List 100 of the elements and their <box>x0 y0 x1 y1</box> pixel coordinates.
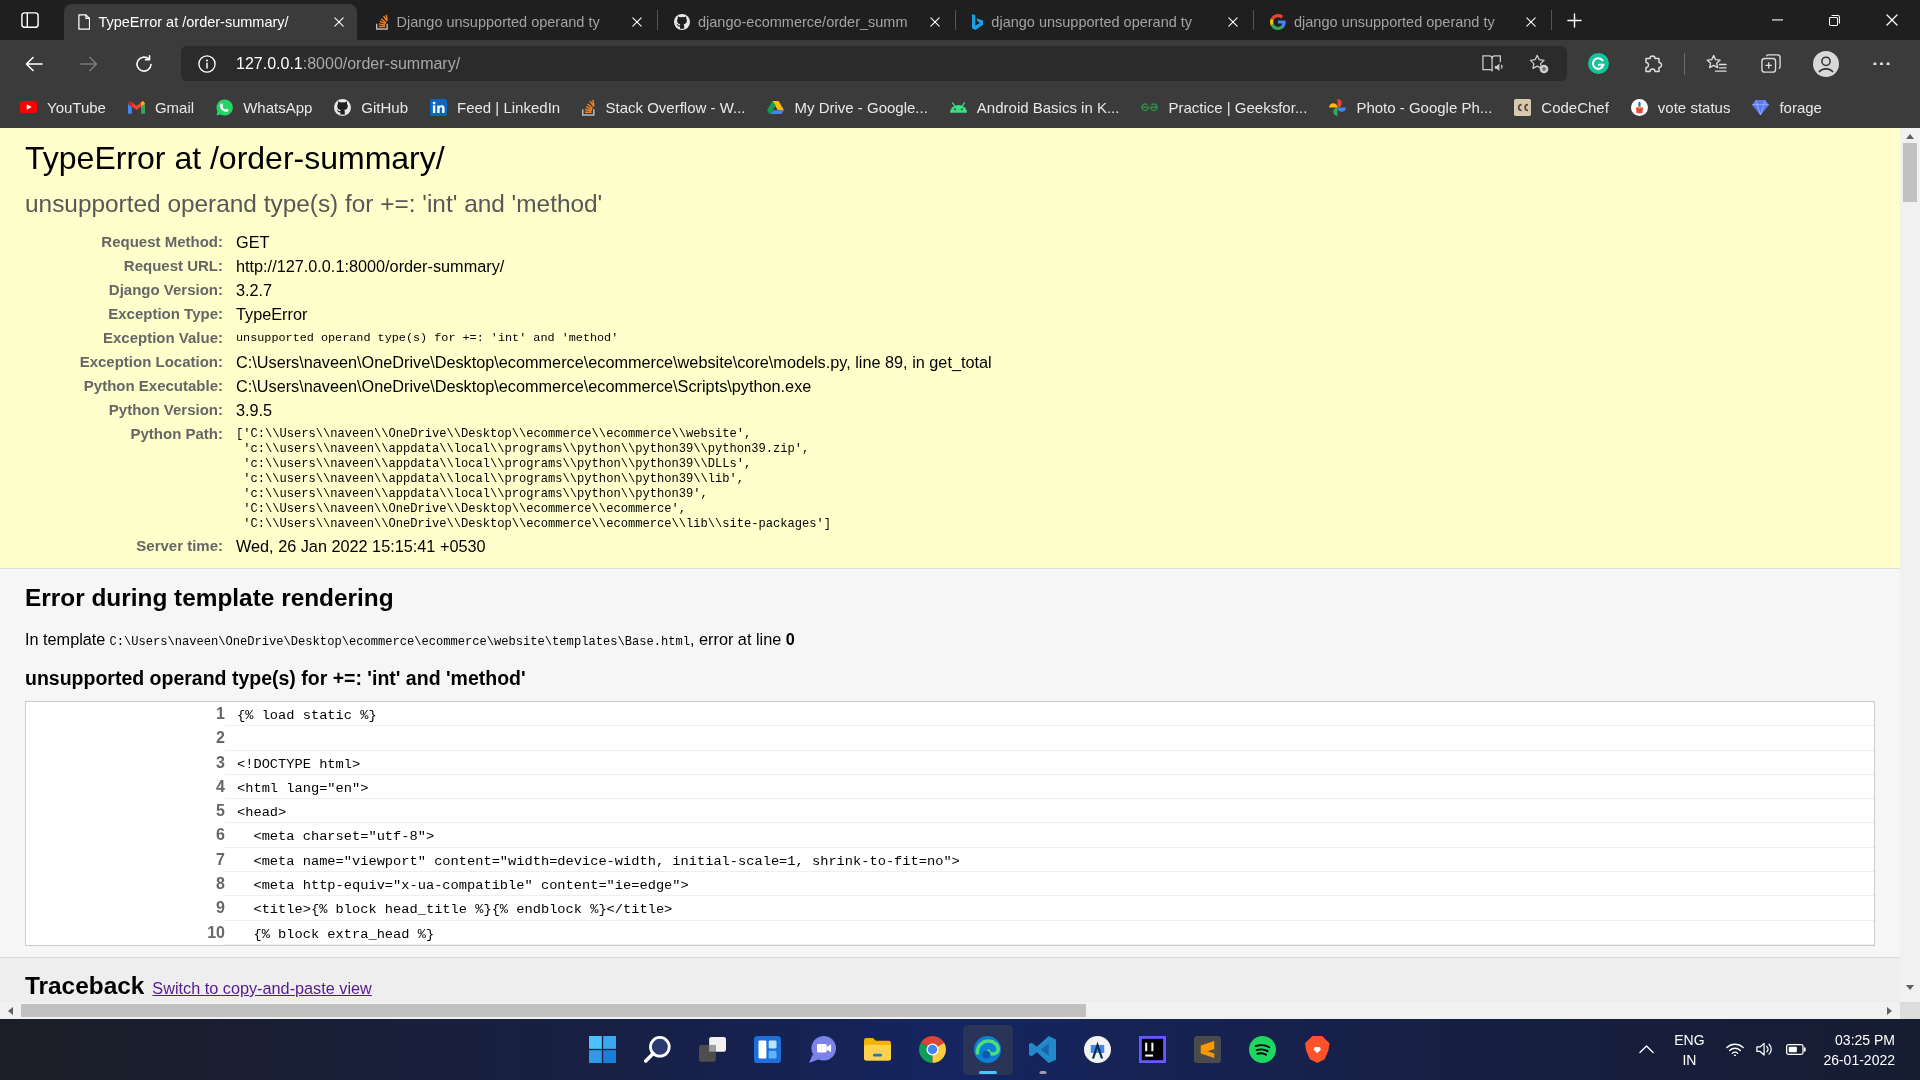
meta-value: C:\Users\naveen\OneDrive\Desktop\ecommerce\ecommerce\website\core\models.py, line 89, in get_total <box>236 352 992 373</box>
meta-value: unsupported operand type(s) for +=: 'int' and 'method' <box>236 330 619 347</box>
round-logo-icon <box>1630 99 1648 116</box>
plus-icon <box>1566 12 1582 28</box>
speaker-icon <box>1756 1042 1775 1057</box>
pinwheel-icon <box>1329 99 1347 116</box>
back-arrow-icon <box>25 55 43 72</box>
bookmark-link[interactable]: YouTube <box>20 92 106 123</box>
line-number: 3 <box>216 752 225 773</box>
ribbon-icon <box>972 14 984 30</box>
browser-tab[interactable]: django unsupported operand ty <box>958 4 1251 40</box>
squares-plus-icon <box>1761 53 1781 74</box>
line-number: 8 <box>216 874 225 895</box>
bookmark-link[interactable]: Gmail <box>127 92 195 123</box>
close-icon <box>1885 14 1898 26</box>
gem-icon <box>1752 99 1770 116</box>
error-message: unsupported operand type(s) for +=: 'int' and 'method' <box>25 667 526 690</box>
bookmark-link[interactable]: Stack Overflow - W... <box>582 92 746 123</box>
meta-value: 3.9.5 <box>236 400 273 421</box>
robot-head-icon <box>949 102 967 113</box>
wifi-icon <box>1726 1042 1745 1057</box>
section-heading: Error during template rendering <box>25 583 394 612</box>
meta-label: Exception Type: <box>108 304 223 324</box>
puzzle-piece-icon <box>1643 54 1663 73</box>
triangle-left-icon <box>8 1006 13 1015</box>
bookmark-link[interactable]: CodeChef <box>1514 92 1609 123</box>
video-chat-icon <box>809 1036 836 1063</box>
triangle-up-icon <box>1906 134 1914 139</box>
meta-label: Server time: <box>136 536 223 556</box>
play-button-icon <box>20 101 37 114</box>
chevron-up-icon <box>1638 1045 1654 1054</box>
battery-icon <box>1786 1044 1807 1055</box>
line-number: 10 <box>207 922 225 943</box>
bookmark-link[interactable]: Android Basics in K... <box>949 92 1120 123</box>
scrollbar-corner <box>1900 1002 1920 1019</box>
browser-tab[interactable]: TypeError at /order-summary/ <box>64 4 357 40</box>
bookmark-link[interactable]: My Drive - Google... <box>767 92 928 123</box>
envelope-icon <box>127 101 145 114</box>
python-path-value: ['C:\\Users\\naveen\\OneDrive\\Desktop\\ecommerce\\ecommerce\\website', 'c:\\users\\naveen\\appdata\\local\\programs\\python\\python39\\python39.zip', 'c:\\users\\naveen\\appdata\\local\\programs\\python\\python39\\DLLs', 'c:\\users\\naveen\\appdata\\local\\programs\\python\\python39\\lib', 'c:\\users\\naveen\\appdata\\local\\programs\\python\\python39', 'C:\\Users\\naveen\\OneDrive\\Desktop\\ecommerce\\ecommerce', 'C:\\Users\\naveen\\OneDrive\\Desktop\\ecommerce\\ecommerce\\lib\\site-packages'] <box>236 427 832 532</box>
address-field[interactable]: 127.0.0.1:8000/order-summary/ <box>181 46 1567 81</box>
square-logo-icon <box>430 99 447 116</box>
minimize-icon <box>1772 19 1783 21</box>
stacked-bars-icon <box>376 14 389 30</box>
meta-value: Wed, 26 Jan 2022 15:15:41 +0530 <box>236 536 486 557</box>
code-line: <meta name="viewport" content="width=device-width, initial-scale=1, shrink-to-fit=no"> <box>252 853 960 869</box>
code-line: {% block extra_head %} <box>252 926 435 942</box>
copy-paste-view-link[interactable]: Switch to copy-and-paste view <box>152 975 372 1001</box>
wave-circle-icon <box>974 1036 1001 1063</box>
close-icon <box>632 17 642 27</box>
bookmark-link[interactable]: vote status <box>1630 92 1731 123</box>
code-line: <title>{% block head_title %}{% endblock %}</title> <box>252 902 673 918</box>
meta-label: Request Method: <box>101 232 223 252</box>
code-line: {% load static %} <box>237 708 377 723</box>
segmented-circle-icon <box>919 1036 946 1063</box>
bookmark-link[interactable]: GitHub <box>334 92 408 123</box>
bookmark-link[interactable]: WhatsApp <box>216 92 313 123</box>
bookmark-link[interactable]: Feed | LinkedIn <box>430 92 561 123</box>
browser-tab[interactable]: django-ecommerce/order_summ <box>660 4 953 40</box>
forward-arrow-icon <box>80 55 98 72</box>
avatar-icon <box>1813 50 1839 77</box>
meta-value: C:\Users\naveen\OneDrive\Desktop\ecommerce\ecommerce\Scripts\python.exe <box>236 376 812 397</box>
meta-label: Python Path: <box>130 424 223 444</box>
taskbar-button[interactable] <box>962 1024 1013 1075</box>
clock-button[interactable]: 03:25 PM 26-01-2022 <box>1823 1027 1900 1072</box>
scrollbar-thumb[interactable] <box>21 1004 1086 1017</box>
meta-label: Exception Location: <box>79 352 223 372</box>
bookmark-link[interactable]: forage <box>1752 92 1822 123</box>
panels-icon <box>754 1036 781 1063</box>
refresh-icon <box>135 54 153 73</box>
horizontal-scrollbar[interactable] <box>0 1002 1900 1019</box>
meta-value: http://127.0.0.1:8000/order-summary/ <box>236 256 505 277</box>
more-icon <box>1872 61 1890 66</box>
meta-label: Django Version: <box>108 280 223 300</box>
meta-value: TypeError <box>236 304 308 325</box>
vertical-scrollbar[interactable] <box>1900 128 1920 1002</box>
bookmark-link[interactable]: Practice | Geeksfor... <box>1141 92 1308 123</box>
star-list-icon <box>1705 53 1727 74</box>
stacked-bars-icon <box>582 99 596 116</box>
info-icon <box>198 54 216 73</box>
code-line: <html lang="en"> <box>237 780 369 796</box>
shield-icon <box>1305 1036 1330 1063</box>
stripes-tile-icon <box>1194 1036 1221 1063</box>
section-heading: Traceback <box>25 970 145 1000</box>
line-number: 6 <box>216 825 225 846</box>
browser-tab[interactable]: Django unsupported operand ty <box>362 4 655 40</box>
line-number: 9 <box>216 898 225 919</box>
line-number: 2 <box>216 728 225 749</box>
scrollbar-thumb[interactable] <box>1903 143 1917 202</box>
double-arc-icon <box>1141 103 1159 112</box>
language-button[interactable]: ENG IN <box>1669 1027 1710 1072</box>
segmented-ring-icon <box>1270 14 1286 30</box>
browser-tab[interactable]: django unsupported operand ty <box>1256 4 1549 40</box>
code-line: <!DOCTYPE html> <box>237 756 361 772</box>
meta-label: Exception Value: <box>102 328 223 348</box>
meta-label: Python Version: <box>108 400 223 420</box>
line-number: 7 <box>216 849 225 870</box>
cat-circle-icon <box>334 99 352 116</box>
close-icon <box>1228 17 1238 27</box>
meta-value: GET <box>236 232 270 253</box>
bookmark-link[interactable]: Photo - Google Ph... <box>1329 92 1493 123</box>
